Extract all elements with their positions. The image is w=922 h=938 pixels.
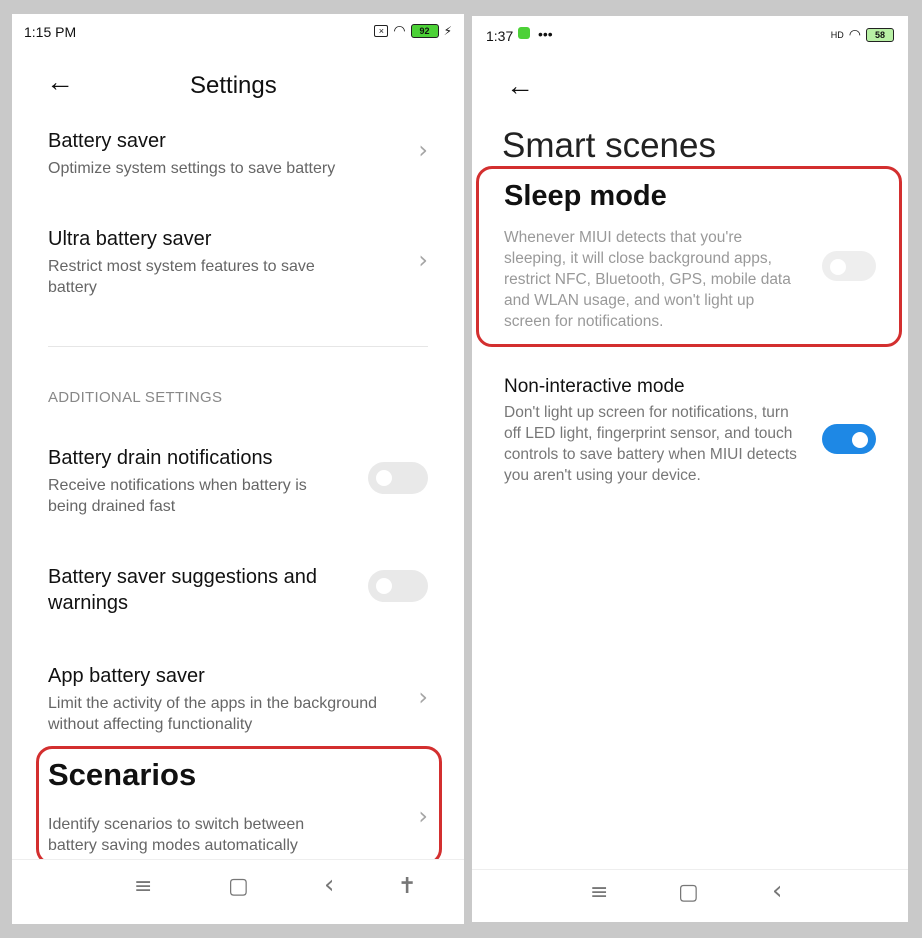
- status-icons: × ◠ 92 ⚡: [374, 22, 452, 39]
- back-nav-icon[interactable]: ‹: [324, 870, 334, 900]
- charging-icon: ⚡: [443, 23, 452, 38]
- wifi-icon: ◠: [393, 22, 406, 38]
- item-subtitle: Identify scenarios to switch between bat…: [48, 816, 305, 854]
- item-subtitle: Receive notifications when battery is be…: [48, 477, 307, 515]
- wifi-icon: ◠: [848, 26, 861, 42]
- status-icons: HD ◠ 58: [831, 26, 894, 43]
- item-title: Non-interactive mode: [504, 376, 685, 397]
- section-label: ADDITIONAL SETTINGS: [48, 389, 223, 406]
- page-title: Smart scenes: [502, 126, 716, 165]
- menu-icon[interactable]: ≡: [134, 874, 152, 899]
- chevron-right-icon: ›: [418, 136, 428, 164]
- status-bar: 1:15 PM × ◠ 92 ⚡: [12, 14, 464, 50]
- signal-icon: HD: [830, 29, 844, 40]
- status-time: 1:37: [486, 28, 514, 44]
- page-title: Settings: [190, 72, 277, 99]
- battery-drain-toggle[interactable]: [368, 462, 428, 494]
- home-icon[interactable]: ▢: [678, 880, 699, 905]
- battery-saver-item[interactable]: Battery saver Optimize system settings t…: [48, 128, 428, 179]
- battery-drain-notifications-item[interactable]: Battery drain notifications Receive noti…: [48, 445, 428, 517]
- battery-saver-suggestions-item[interactable]: Battery saver suggestions and warnings: [48, 564, 428, 616]
- status-bar: 1:37 ••• HD ◠ 58: [472, 16, 908, 52]
- scenarios-item[interactable]: Scenarios Identify scenarios to switch b…: [48, 756, 428, 856]
- item-title: App battery saver: [48, 665, 205, 687]
- item-subtitle: Optimize system settings to save battery: [48, 160, 336, 177]
- back-nav-icon[interactable]: ‹: [772, 876, 782, 906]
- item-title: Sleep mode: [504, 180, 667, 212]
- chevron-right-icon: ›: [418, 802, 428, 830]
- app-notification-icon: [518, 27, 530, 39]
- accessibility-icon[interactable]: ✝: [398, 874, 416, 899]
- ultra-battery-saver-item[interactable]: Ultra battery saver Restrict most system…: [48, 226, 428, 298]
- non-interactive-mode-item[interactable]: Non-interactive mode Don't light up scre…: [504, 374, 876, 486]
- status-time: 1:15 PM: [24, 24, 77, 40]
- notification-x-icon: ×: [374, 24, 389, 37]
- sleep-mode-toggle[interactable]: [822, 251, 876, 281]
- suggestions-toggle[interactable]: [368, 570, 428, 602]
- app-battery-saver-item[interactable]: App battery saver Limit the activity of …: [48, 663, 428, 735]
- left-screen: 1:15 PM × ◠ 92 ⚡ ← Settings Battery save…: [12, 14, 464, 924]
- divider: [48, 346, 428, 347]
- home-icon[interactable]: ▢: [228, 874, 249, 899]
- navigation-bar: ≡ ▢ ‹: [472, 869, 908, 922]
- right-screen: 1:37 ••• HD ◠ 58 ← Smart scenes Sleep mo…: [472, 16, 908, 922]
- non-interactive-toggle[interactable]: [822, 424, 876, 454]
- item-title: Battery saver: [48, 130, 166, 152]
- chevron-right-icon: ›: [418, 683, 428, 711]
- sleep-mode-item[interactable]: Sleep mode Whenever MIUI detects that yo…: [504, 179, 876, 332]
- back-icon[interactable]: ←: [506, 72, 534, 100]
- item-title: Battery saver suggestions and warnings: [48, 566, 318, 614]
- item-subtitle: Whenever MIUI detects that you're sleepi…: [504, 229, 791, 330]
- back-icon[interactable]: ←: [46, 68, 74, 96]
- item-subtitle: Don't light up screen for notifications,…: [504, 404, 797, 484]
- battery-icon: 92: [410, 23, 439, 38]
- battery-icon: 58: [866, 27, 894, 42]
- item-title: Ultra battery saver: [48, 228, 212, 250]
- more-dots: •••: [538, 26, 553, 42]
- navigation-bar: ≡ ▢ ‹ ✝: [12, 859, 464, 924]
- menu-icon[interactable]: ≡: [590, 880, 608, 905]
- item-subtitle: Restrict most system features to save ba…: [48, 258, 315, 296]
- item-title: Scenarios: [48, 757, 197, 792]
- item-subtitle: Limit the activity of the apps in the ba…: [48, 695, 378, 733]
- chevron-right-icon: ›: [418, 246, 428, 274]
